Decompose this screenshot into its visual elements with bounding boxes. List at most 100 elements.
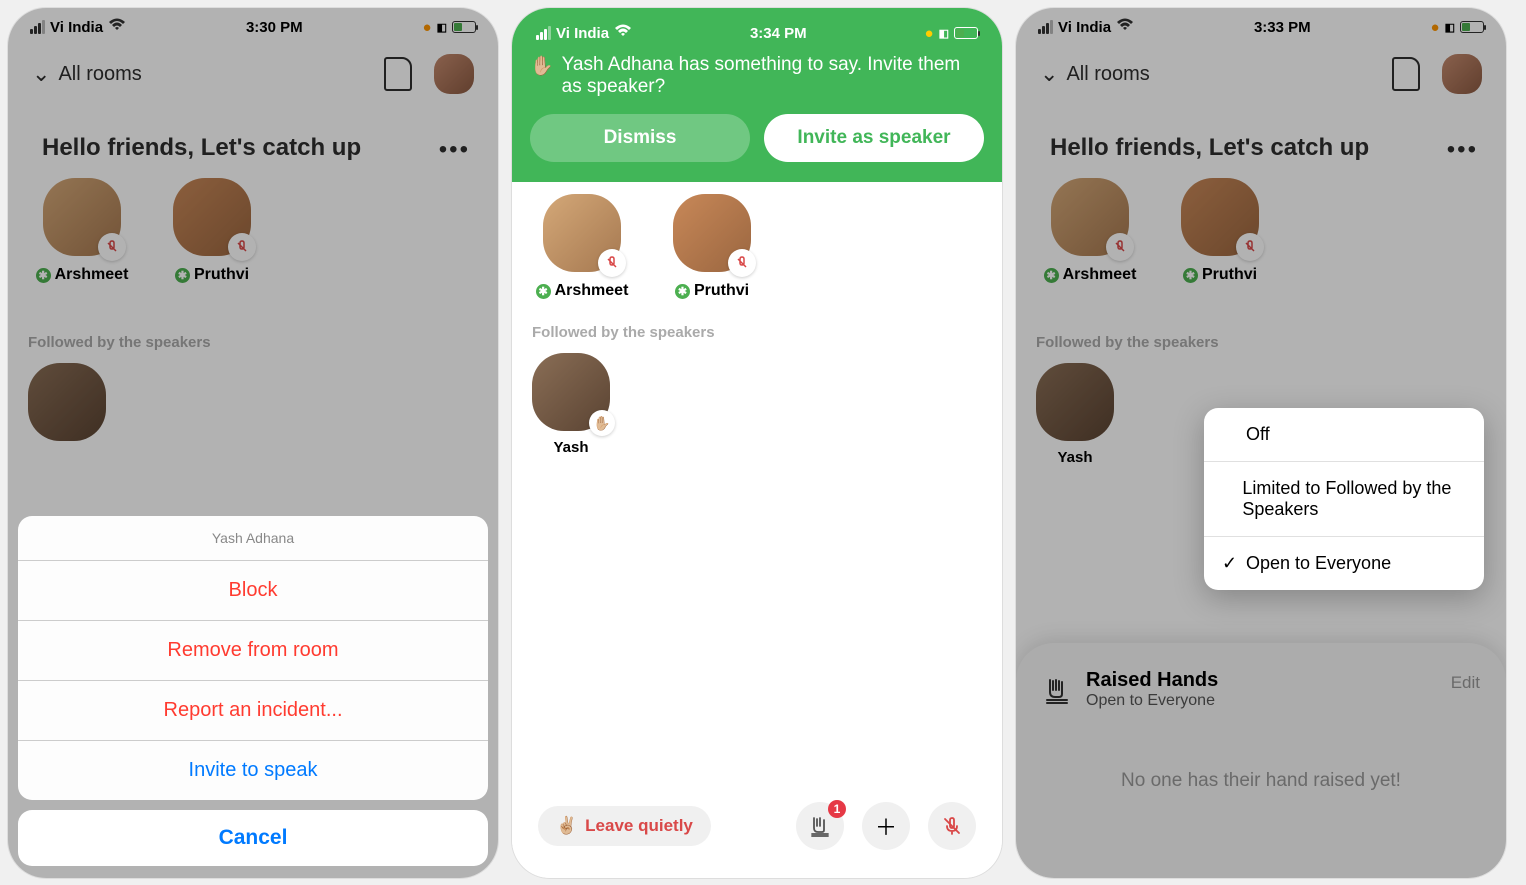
option-open[interactable]: ✓Open to Everyone [1204,537,1484,590]
room-title: Hello friends, Let's catch up [1050,134,1472,162]
all-rooms-label: All rooms [1066,63,1149,86]
speaker-item[interactable]: ✱Arshmeet [42,178,122,284]
all-rooms-dropdown[interactable]: ⌄ All rooms [32,61,142,87]
status-bar: Vi India 3:33 PM ●◧ [1016,8,1506,40]
speaker-avatar [173,178,251,256]
document-icon[interactable] [384,57,412,91]
document-icon[interactable] [1392,57,1420,91]
app-header: ⌄ All rooms [8,40,498,108]
battery-icon [954,27,978,39]
plus-icon: ＋ [875,810,897,842]
muted-icon [1236,233,1264,261]
all-rooms-dropdown[interactable]: ⌄ All rooms [1040,61,1150,87]
verified-icon: ✱ [1183,268,1198,283]
carrier-label: Vi India [1058,19,1111,36]
raised-hands-subtitle: Open to Everyone [1086,692,1218,710]
battery-icon [1460,21,1484,33]
phone-3: Vi India 3:33 PM ●◧ ⌄ All rooms Hello fr… [1016,8,1506,878]
invite-speak-button[interactable]: Invite to speak [18,740,488,800]
raised-hands-title: Raised Hands [1086,669,1218,692]
carrier-label: Vi India [556,25,609,42]
speaker-name: Arshmeet [1063,266,1137,284]
block-button[interactable]: Block [18,560,488,620]
option-off[interactable]: Off [1204,408,1484,462]
raised-hand-icon: ✋🏼 [589,410,615,436]
profile-avatar[interactable] [1442,54,1482,94]
speaker-item[interactable]: ✱ Pruthvi [1180,178,1260,284]
report-button[interactable]: Report an incident... [18,680,488,740]
muted-icon [728,249,756,277]
verified-icon: ✱ [536,284,551,299]
speaker-name: Pruthvi [194,266,249,284]
profile-avatar[interactable] [434,54,474,94]
signal-icon [30,20,45,34]
hand-emoji: ✋🏼 [530,54,554,98]
speaker-item[interactable]: ✱Arshmeet [1050,178,1130,284]
dismiss-button[interactable]: Dismiss [530,114,750,162]
peace-icon: ✌🏼 [556,816,577,836]
speaker-avatar [43,178,121,256]
status-bar: Vi India 3:34 PM ●◧ [530,20,984,46]
chevron-down-icon: ⌄ [32,61,50,87]
cancel-button[interactable]: Cancel [18,810,488,866]
mic-off-icon [942,816,962,836]
bottom-bar: ✌🏼 Leave quietly 1 ＋ [512,786,1002,878]
listener-item[interactable]: Yash [1036,363,1114,466]
speaker-avatar [1051,178,1129,256]
time-label: 3:30 PM [246,19,303,36]
remove-button[interactable]: Remove from room [18,620,488,680]
add-button[interactable]: ＋ [862,802,910,850]
empty-message: No one has their hand raised yet! [1042,750,1480,852]
status-bar: Vi India 3:30 PM ●◧ [8,8,498,40]
muted-icon [1106,233,1134,261]
carrier-label: Vi India [50,19,103,36]
action-sheet: Yash Adhana Block Remove from room Repor… [18,516,488,878]
listener-name: Yash [1036,449,1114,466]
section-label: Followed by the speakers [1016,310,1506,363]
section-label: Followed by the speakers [512,300,1002,353]
speaker-name: Arshmeet [555,282,629,300]
speaker-name: Pruthvi [1202,266,1257,284]
more-icon[interactable]: ••• [439,136,470,164]
more-icon[interactable]: ••• [1447,136,1478,164]
wifi-icon [108,18,126,36]
wifi-icon [1116,18,1134,36]
listener-avatar: ✋🏼 [532,353,610,431]
invite-speaker-button[interactable]: Invite as speaker [764,114,984,162]
speaker-item[interactable]: ✱ Pruthvi [172,178,252,284]
listener-name: Yash [532,439,610,456]
banner-text: Yash Adhana has something to say. Invite… [562,54,984,98]
speaker-avatar [1181,178,1259,256]
signal-icon [536,26,551,40]
verified-icon: ✱ [1044,268,1059,283]
verified-icon: ✱ [36,268,51,283]
leave-button[interactable]: ✌🏼 Leave quietly [538,806,711,846]
verified-icon: ✱ [175,268,190,283]
checkmark-icon: ✓ [1222,553,1238,574]
room-card: Hello friends, Let's catch up ••• ✱Arshm… [1030,116,1492,302]
listener-item[interactable] [28,363,106,441]
speaker-item[interactable]: ✱ Pruthvi [672,194,752,300]
muted-icon [228,233,256,261]
option-limited[interactable]: Limited to Followed by the Speakers [1204,462,1484,537]
edit-button[interactable]: Edit [1451,673,1480,693]
chevron-down-icon: ⌄ [1040,61,1058,87]
mute-button[interactable] [928,802,976,850]
room-title: Hello friends, Let's catch up [42,134,464,162]
visibility-popover: Off Limited to Followed by the Speakers … [1204,408,1484,590]
hand-list-icon [808,814,832,838]
time-label: 3:34 PM [750,25,807,42]
hand-list-icon [1042,675,1072,705]
speaker-item[interactable]: ✱Arshmeet [542,194,622,300]
speaker-name: Arshmeet [55,266,129,284]
listener-avatar [28,363,106,441]
listener-avatar [1036,363,1114,441]
speaker-name: Pruthvi [694,282,749,300]
room-card: Hello friends, Let's catch up ••• ✱Arshm… [22,116,484,302]
verified-icon: ✱ [675,284,690,299]
muted-icon [598,249,626,277]
speaker-avatar [543,194,621,272]
raised-hands-button[interactable]: 1 [796,802,844,850]
listener-item[interactable]: ✋🏼 Yash [532,353,610,456]
all-rooms-label: All rooms [58,63,141,86]
